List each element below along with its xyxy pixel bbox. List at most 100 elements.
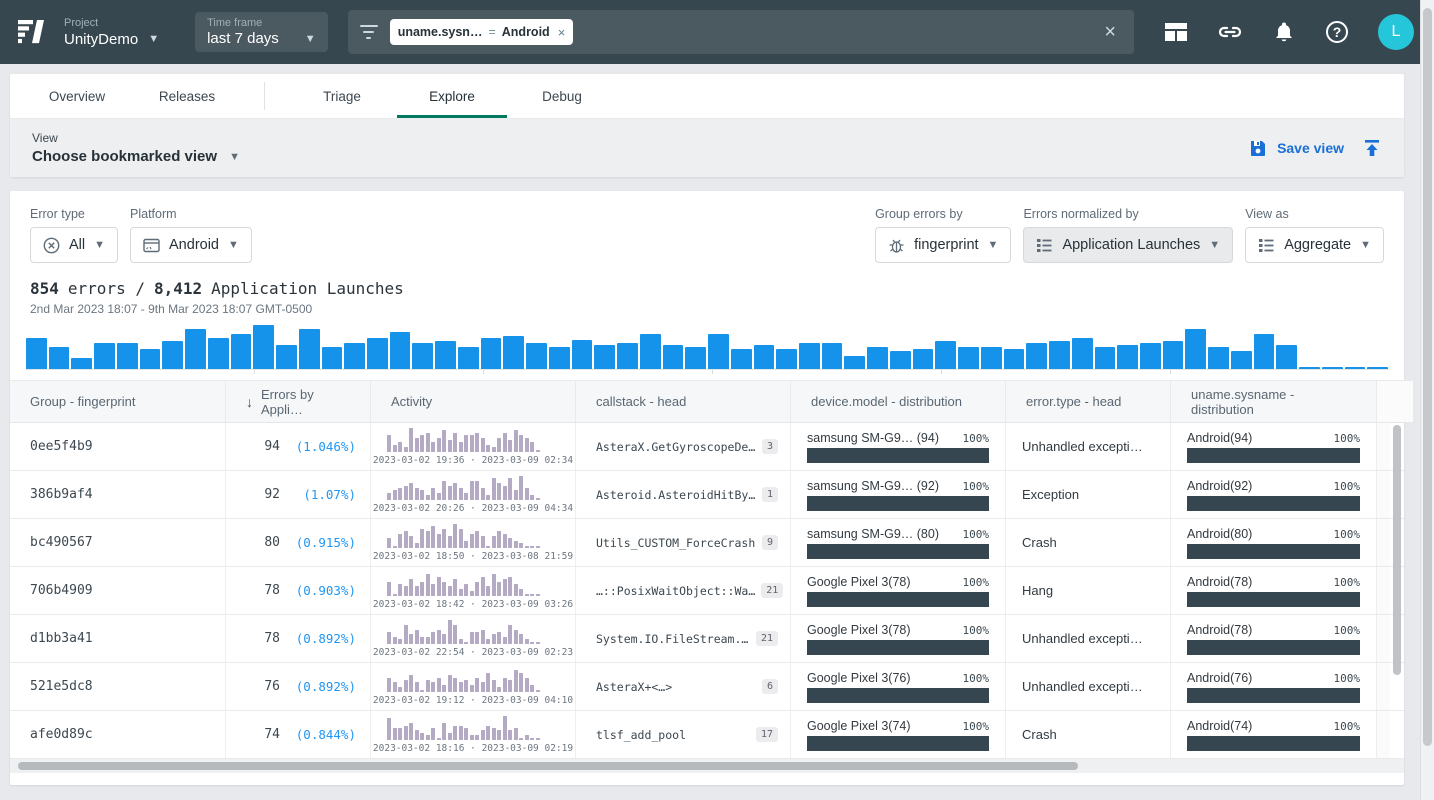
column-header-activity[interactable]: Activity bbox=[370, 381, 575, 422]
histogram-bar[interactable] bbox=[1345, 367, 1366, 369]
histogram-bar[interactable] bbox=[685, 347, 706, 369]
view-as-select[interactable]: Aggregate ▼ bbox=[1245, 227, 1384, 263]
histogram-bar[interactable] bbox=[390, 332, 411, 369]
histogram-bar[interactable] bbox=[867, 347, 888, 369]
link-icon[interactable] bbox=[1218, 20, 1242, 44]
error-percent[interactable]: (1.07%) bbox=[280, 487, 356, 502]
fingerprint-cell[interactable]: 706b4909 bbox=[30, 583, 93, 598]
save-view-button[interactable]: Save view bbox=[1249, 139, 1344, 157]
error-percent[interactable]: (0.903%) bbox=[280, 583, 356, 598]
callstack-text[interactable]: Utils_CUSTOM_ForceCrash bbox=[596, 536, 755, 550]
table-row[interactable]: bc490567 80(0.915%) 2023-03-02 18:50 · 2… bbox=[10, 519, 1404, 567]
histogram-bar[interactable] bbox=[981, 347, 1002, 369]
histogram-bar[interactable] bbox=[162, 341, 183, 369]
histogram-bar[interactable] bbox=[71, 358, 92, 369]
table-horizontal-scrollbar[interactable] bbox=[10, 759, 1404, 773]
window-scroll-thumb[interactable] bbox=[1423, 8, 1432, 746]
histogram-bar[interactable] bbox=[1185, 329, 1206, 369]
histogram-bar[interactable] bbox=[640, 334, 661, 369]
histogram-bar[interactable] bbox=[1254, 334, 1275, 369]
histogram-bar[interactable] bbox=[1004, 349, 1025, 369]
fingerprint-cell[interactable]: bc490567 bbox=[30, 535, 93, 550]
histogram-bar[interactable] bbox=[1163, 341, 1184, 369]
histogram-bar[interactable] bbox=[1049, 341, 1070, 369]
horizontal-scroll-thumb[interactable] bbox=[18, 762, 1078, 770]
column-header-group-fingerprint[interactable]: Group - fingerprint bbox=[10, 381, 225, 422]
table-vertical-scrollbar[interactable] bbox=[1393, 425, 1401, 675]
histogram-bar[interactable] bbox=[731, 349, 752, 369]
histogram-bar[interactable] bbox=[367, 338, 388, 369]
histogram-bar[interactable] bbox=[1026, 343, 1047, 369]
table-row[interactable]: 521e5dc8 76(0.892%) 2023-03-02 19:12 · 2… bbox=[10, 663, 1404, 711]
column-header-errors-by-appli-[interactable]: ↓Errors by Appli… bbox=[225, 381, 370, 422]
fingerprint-cell[interactable]: 386b9af4 bbox=[30, 487, 93, 502]
timeframe-selector[interactable]: Time frame last 7 days▼ bbox=[195, 12, 328, 52]
callstack-text[interactable]: Asteroid.AsteroidHitBy… bbox=[596, 488, 755, 502]
callstack-text[interactable]: …::PosixWaitObject::Wa… bbox=[596, 584, 755, 598]
histogram-bar[interactable] bbox=[140, 349, 161, 369]
histogram-bar[interactable] bbox=[708, 334, 729, 369]
histogram-bar[interactable] bbox=[344, 343, 365, 369]
histogram-bar[interactable] bbox=[185, 329, 206, 369]
error-percent[interactable]: (0.915%) bbox=[280, 535, 356, 550]
histogram-bar[interactable] bbox=[1299, 367, 1320, 369]
error-percent[interactable]: (1.046%) bbox=[280, 439, 356, 454]
tab-explore[interactable]: Explore bbox=[397, 74, 507, 118]
normalized-by-select[interactable]: Application Launches ▼ bbox=[1023, 227, 1233, 263]
platform-select[interactable]: Android ▼ bbox=[130, 227, 252, 263]
fingerprint-cell[interactable]: d1bb3a41 bbox=[30, 631, 93, 646]
callstack-text[interactable]: AsteraX.GetGyroscopeDe… bbox=[596, 440, 755, 454]
filter-chip[interactable]: uname.sysn… = Android × bbox=[390, 19, 574, 45]
histogram-bar[interactable] bbox=[1095, 347, 1116, 369]
table-row[interactable]: 386b9af4 92(1.07%) 2023-03-02 20:26 · 20… bbox=[10, 471, 1404, 519]
histogram-bar[interactable] bbox=[617, 343, 638, 369]
fingerprint-cell[interactable]: 0ee5f4b9 bbox=[30, 439, 93, 454]
histogram-bar[interactable] bbox=[776, 349, 797, 369]
histogram-bar[interactable] bbox=[1072, 338, 1093, 369]
callstack-text[interactable]: AsteraX+<…> bbox=[596, 680, 672, 694]
histogram-bar[interactable] bbox=[276, 345, 297, 369]
error-percent[interactable]: (0.844%) bbox=[280, 727, 356, 742]
histogram-bar[interactable] bbox=[572, 340, 593, 369]
histogram-bar[interactable] bbox=[26, 338, 47, 369]
histogram-bar[interactable] bbox=[1322, 367, 1343, 369]
histogram-bar[interactable] bbox=[458, 347, 479, 369]
histogram-bar[interactable] bbox=[935, 341, 956, 369]
error-percent[interactable]: (0.892%) bbox=[280, 679, 356, 694]
histogram-bar[interactable] bbox=[231, 334, 252, 369]
histogram-bar[interactable] bbox=[503, 336, 524, 369]
histogram-bar[interactable] bbox=[754, 345, 775, 369]
table-row[interactable]: 0ee5f4b9 94(1.046%) 2023-03-02 19:36 · 2… bbox=[10, 423, 1404, 471]
histogram-bar[interactable] bbox=[822, 343, 843, 369]
error-type-select[interactable]: All ▼ bbox=[30, 227, 118, 263]
tab-debug[interactable]: Debug bbox=[507, 74, 617, 118]
histogram-bar[interactable] bbox=[1367, 367, 1388, 369]
histogram-bar[interactable] bbox=[799, 343, 820, 369]
histogram-bar[interactable] bbox=[890, 351, 911, 369]
table-row[interactable]: 706b4909 78(0.903%) 2023-03-02 18:42 · 2… bbox=[10, 567, 1404, 615]
backtrace-logo-icon[interactable] bbox=[16, 17, 46, 47]
project-selector[interactable]: Project UnityDemo▼ bbox=[64, 17, 159, 48]
histogram-bar[interactable] bbox=[1117, 345, 1138, 369]
filter-clear-icon[interactable]: × bbox=[1098, 21, 1122, 44]
histogram-bar[interactable] bbox=[1208, 347, 1229, 369]
histogram-bar[interactable] bbox=[208, 338, 229, 369]
tab-overview[interactable]: Overview bbox=[22, 74, 132, 118]
table-row[interactable]: afe0d89c 74(0.844%) 2023-03-02 18:16 · 2… bbox=[10, 711, 1404, 759]
fingerprint-cell[interactable]: afe0d89c bbox=[30, 727, 93, 742]
histogram-bar[interactable] bbox=[49, 347, 70, 369]
tab-triage[interactable]: Triage bbox=[287, 74, 397, 118]
histogram-bar[interactable] bbox=[526, 343, 547, 369]
tab-releases[interactable]: Releases bbox=[132, 74, 242, 118]
callstack-text[interactable]: System.IO.FileStream.… bbox=[596, 632, 748, 646]
filter-chip-remove-icon[interactable]: × bbox=[558, 25, 566, 40]
histogram-bar[interactable] bbox=[663, 345, 684, 369]
column-header-callstack-head[interactable]: callstack - head bbox=[575, 381, 790, 422]
histogram-bar[interactable] bbox=[435, 341, 456, 369]
avatar[interactable]: L bbox=[1378, 14, 1414, 50]
bell-icon[interactable] bbox=[1272, 20, 1296, 44]
filter-bar[interactable]: uname.sysn… = Android × × bbox=[348, 10, 1134, 54]
histogram-bar[interactable] bbox=[481, 338, 502, 369]
window-scrollbar[interactable] bbox=[1420, 0, 1434, 800]
histogram-bar[interactable] bbox=[253, 325, 274, 369]
